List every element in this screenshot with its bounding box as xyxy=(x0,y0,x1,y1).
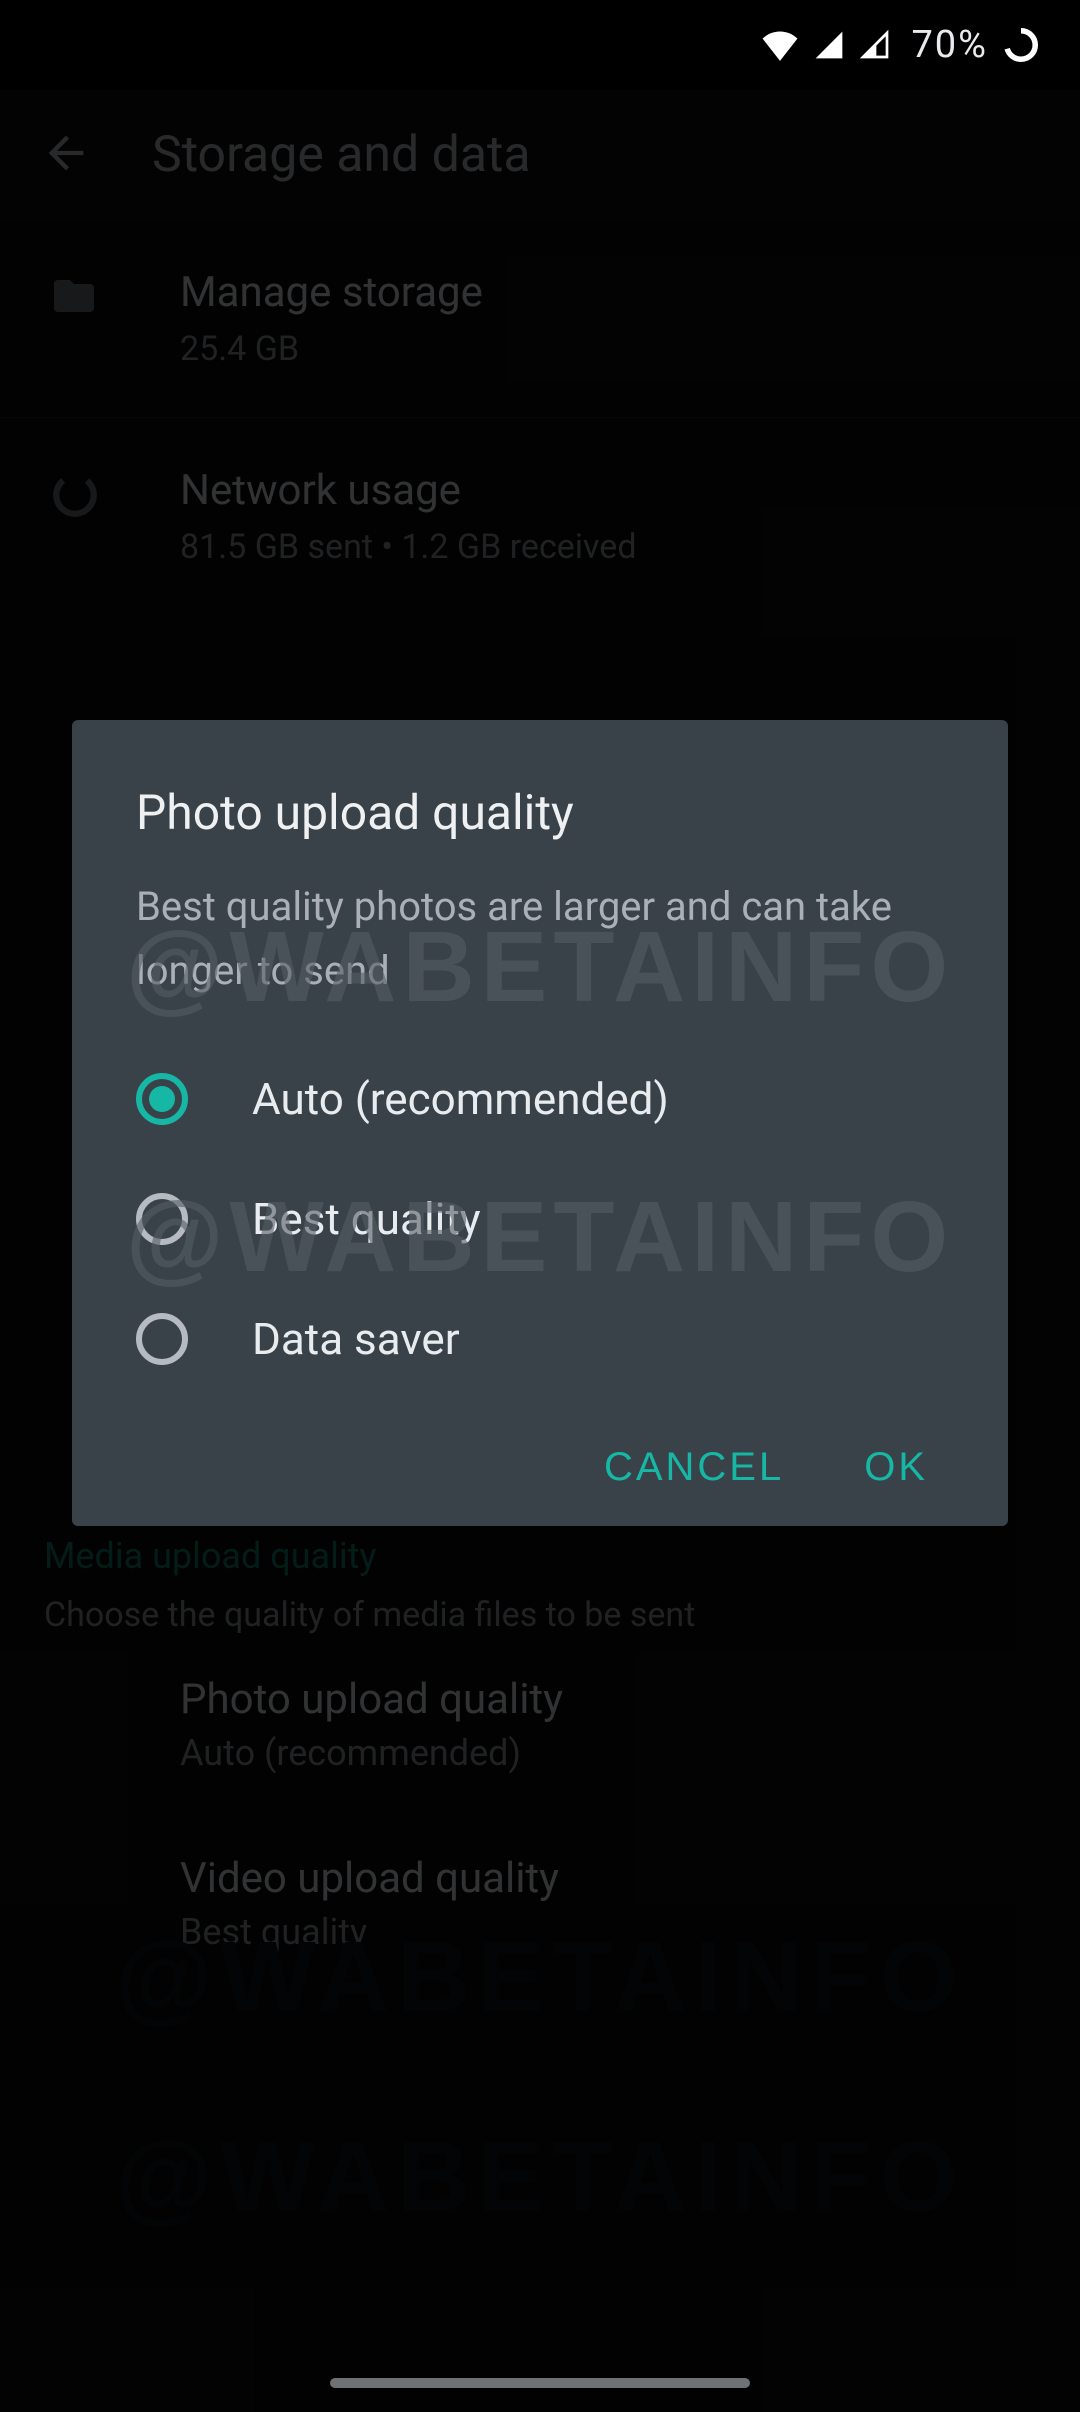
dialog-description: Best quality photos are larger and can t… xyxy=(136,875,944,1003)
radio-option-auto[interactable]: Auto (recommended) xyxy=(136,1073,944,1125)
radio-icon xyxy=(136,1313,188,1365)
radio-label: Best quality xyxy=(252,1193,481,1245)
dialog-actions: CANCEL OK xyxy=(136,1445,944,1490)
status-bar: 70% xyxy=(0,0,1080,90)
gesture-nav-bar[interactable] xyxy=(330,2378,750,2388)
wifi-icon xyxy=(761,29,799,61)
battery-text: 70% xyxy=(911,23,988,67)
radio-option-best[interactable]: Best quality xyxy=(136,1193,944,1245)
ok-button[interactable]: OK xyxy=(864,1445,928,1490)
radio-label: Data saver xyxy=(252,1313,460,1365)
battery-ring-icon xyxy=(1002,26,1040,64)
radio-icon xyxy=(136,1073,188,1125)
signal-icon-2 xyxy=(859,29,891,61)
dialog-title: Photo upload quality xyxy=(136,784,944,841)
cancel-button[interactable]: CANCEL xyxy=(604,1445,784,1490)
signal-icon-1 xyxy=(813,29,845,61)
radio-label: Auto (recommended) xyxy=(252,1073,669,1125)
radio-group: Auto (recommended) Best quality Data sav… xyxy=(136,1073,944,1365)
photo-quality-dialog: @WABETAINFO @WABETAINFO Photo upload qua… xyxy=(72,720,1008,1526)
radio-option-saver[interactable]: Data saver xyxy=(136,1313,944,1365)
radio-icon xyxy=(136,1193,188,1245)
